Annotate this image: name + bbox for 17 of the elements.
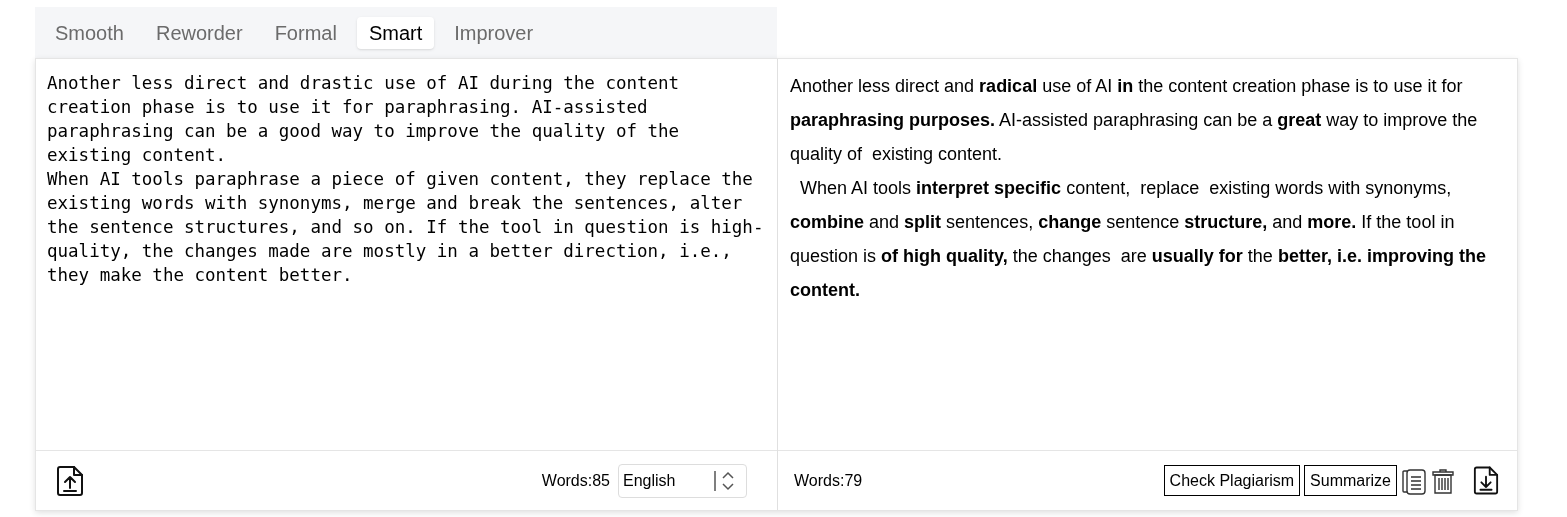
copy-icon[interactable] (1401, 466, 1427, 495)
word-count: Words:79 (794, 470, 863, 491)
mode-tab[interactable]: Smooth (43, 16, 136, 49)
mode-tab[interactable]: Improver (442, 16, 546, 49)
up-down-chevron-icon (714, 469, 734, 492)
mode-tab[interactable]: Formal (262, 16, 349, 49)
trash-icon[interactable] (1431, 466, 1455, 495)
output-text: Another less direct and radical use of AI in the content creation phase is to use it for paraphrasing purposes. AI-assisted paraphrasing can be a great way to improve the quality of existing content. When AI tools interpret specific content, replace existing words with synonyms, combine and split sentences, change sentence structure, and more. If the tool in question is of high quality, the changes are usually for the better, i.e. improving the content. (789, 75, 1487, 302)
word-count: Words:85 (541, 470, 610, 491)
input-text-area[interactable]: Another less direct and drastic use of AI during the content creation phase is to use it for paraphrasing. AI-assisted paraphrasing can be a good way to improve the quality of the existing content. When AI tools paraphrase a piece of given content, they replace the existing words with synonyms, merge and break the sentences, alter the sentence structures, and so on. If the tool in question is high-quality, the changes made are mostly in a better direction, i.e., they make the content better. (36, 59, 777, 450)
action-button[interactable]: Check Plagiarism (1163, 465, 1301, 496)
upload-file-icon[interactable] (56, 464, 84, 497)
download-file-icon[interactable] (1473, 465, 1499, 496)
language-select[interactable]: English (618, 463, 747, 498)
action-button[interactable]: Summarize (1304, 465, 1397, 496)
mode-tab[interactable]: Smart (356, 16, 435, 49)
mode-tab[interactable]: Reworder (143, 16, 255, 49)
